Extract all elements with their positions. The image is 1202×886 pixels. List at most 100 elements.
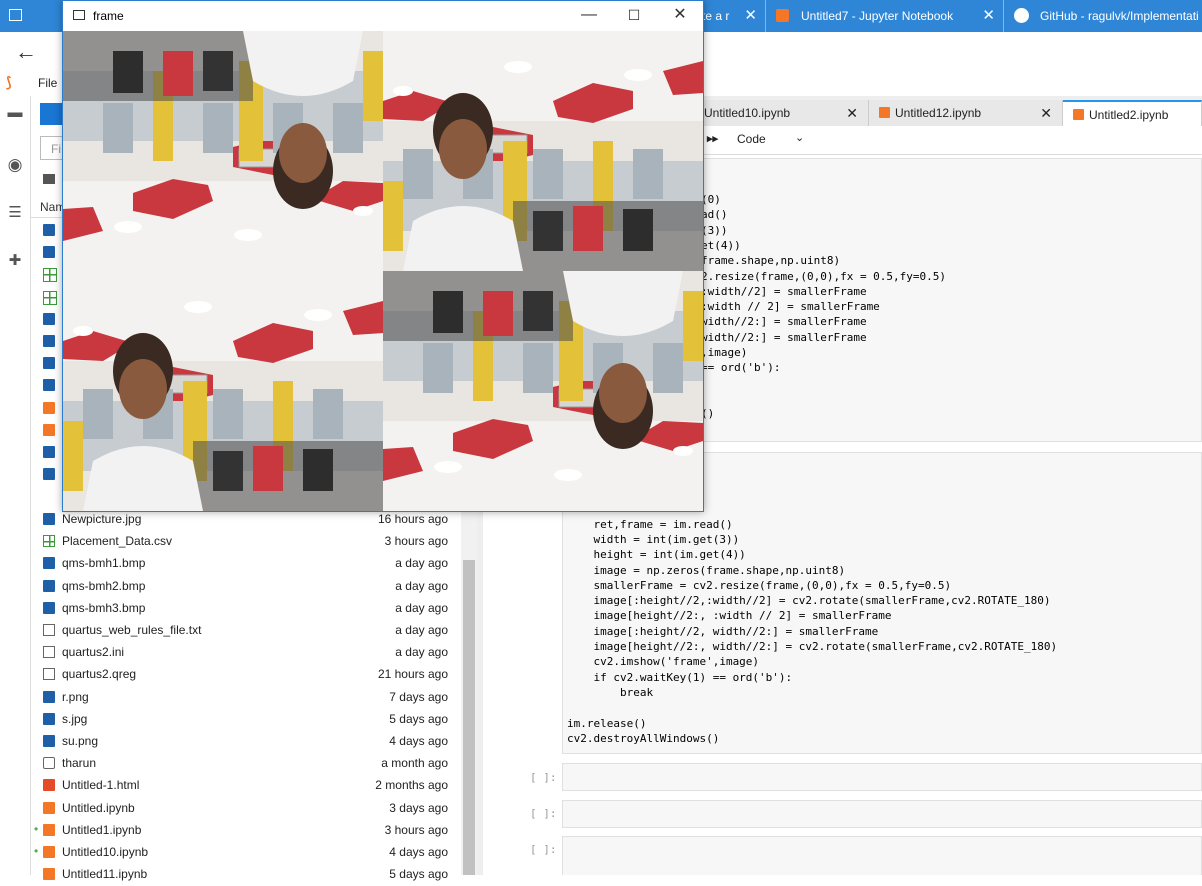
file-row[interactable]: Untitled.ipynb 3 days ago	[31, 798, 461, 820]
file-name: s.jpg	[62, 711, 88, 726]
close-icon[interactable]: ✕	[1040, 100, 1052, 126]
file-name: Untitled10.ipynb	[62, 845, 149, 859]
frame-title: frame	[93, 9, 124, 23]
notebook-tab-label: Untitled2.ipynb	[1089, 108, 1169, 122]
file-type-icon	[43, 846, 55, 858]
file-modified: 21 hours ago	[377, 667, 448, 682]
menu-file[interactable]: File	[38, 76, 57, 90]
file-type-icon	[43, 735, 55, 747]
code-line: im.release()	[567, 716, 647, 730]
file-type-icon	[43, 268, 57, 283]
file-modified: 3 days ago	[389, 800, 448, 815]
code-line: ,image)	[701, 346, 748, 359]
camera-image-bottom-left	[63, 271, 383, 511]
minimize-button[interactable]: —	[579, 5, 599, 25]
file-row[interactable]: su.png 4 days ago	[31, 731, 461, 753]
file-type-icon	[43, 779, 55, 792]
code-line: image[height//2:, :width // 2] = smaller…	[567, 609, 892, 623]
file-row[interactable]: Newpicture.jpg 16 hours ago	[31, 509, 461, 531]
file-type-icon	[43, 312, 55, 325]
folder-icon[interactable]	[43, 174, 55, 184]
file-row[interactable]: qms-bmh2.bmp a day ago	[31, 576, 461, 598]
close-icon[interactable]: ✕	[982, 0, 995, 32]
file-row[interactable]: Untitled11.ipynb 5 days ago	[31, 864, 461, 886]
frame-title-bar[interactable]: frame — ☐ ✕	[63, 1, 703, 31]
commands-icon[interactable]: ☰	[6, 204, 24, 222]
jupyter-icon	[776, 9, 789, 22]
file-type-icon	[43, 823, 55, 836]
close-icon[interactable]: ✕	[846, 100, 858, 126]
file-type-icon	[43, 690, 55, 703]
file-name: quartus_web_rules_file.txt	[62, 623, 202, 637]
filter-placeholder: Fi	[51, 142, 61, 156]
file-modified: 4 days ago	[389, 734, 448, 748]
running-indicator-icon: •	[34, 821, 39, 836]
folder-icon[interactable]: ▬	[6, 104, 24, 122]
file-modified: 16 hours ago	[377, 512, 448, 526]
file-name: Placement_Data.csv	[62, 534, 173, 549]
file-modified: 4 days ago	[389, 845, 448, 859]
code-line: image[:height//2,:width//2] = cv2.rotate…	[567, 594, 1051, 608]
code-line: if cv2.waitKey(1) == ord('b'):	[567, 670, 793, 684]
camera-scene	[383, 31, 703, 271]
window-icon[interactable]	[0, 0, 30, 32]
code-line: smallerFrame = cv2.resize(frame,(0,0),fx…	[567, 578, 952, 592]
file-row[interactable]: tharun a month ago	[31, 753, 461, 775]
file-type-icon	[43, 601, 55, 614]
browser-tab-label: GitHub - ragulvk/Implementati	[1040, 9, 1199, 23]
close-button[interactable]: ✕	[670, 5, 690, 25]
file-row[interactable]: Placement_Data.csv 3 hours ago	[31, 531, 461, 553]
file-name: Newpicture.jpg	[62, 512, 142, 526]
file-type-icon	[43, 224, 55, 236]
browser-tab-label: Untitled7 - Jupyter Notebook	[801, 9, 954, 23]
file-row[interactable]: qms-bmh3.bmp a day ago	[31, 598, 461, 620]
close-icon[interactable]: ✕	[744, 0, 757, 32]
file-type-icon	[43, 290, 57, 305]
maximize-button[interactable]: ☐	[624, 5, 644, 25]
window-icon	[73, 10, 85, 20]
frame-window[interactable]: frame — ☐ ✕	[62, 0, 704, 512]
file-modified: a day ago	[395, 556, 448, 571]
file-row[interactable]: • Untitled10.ipynb 4 days ago	[31, 842, 461, 864]
notebook-tab-untitled12[interactable]: Untitled12.ipynb ✕	[869, 100, 1063, 126]
file-row[interactable]: quartus2.ini a day ago	[31, 642, 461, 664]
file-row[interactable]: s.jpg 5 days ago	[31, 709, 461, 731]
file-name: qms-bmh2.bmp	[62, 578, 146, 593]
file-modified: 3 hours ago	[384, 822, 448, 837]
browser-tab-3[interactable]: GitHub - ragulvk/Implementati	[1004, 0, 1202, 32]
file-row[interactable]: quartus_web_rules_file.txt a day ago	[31, 620, 461, 642]
run-all-icon[interactable]: ▸▸	[707, 132, 718, 145]
file-type-icon	[43, 468, 55, 481]
file-type-icon	[43, 246, 55, 259]
new-launcher-button[interactable]	[40, 103, 64, 125]
file-row[interactable]: quartus2.qreg 21 hours ago	[31, 664, 461, 686]
file-modified: a month ago	[381, 756, 448, 771]
empty-code-cell[interactable]	[562, 763, 1202, 791]
file-modified: a day ago	[395, 578, 448, 593]
file-row[interactable]: r.png 7 days ago	[31, 687, 461, 709]
camera-image-bottom-right	[383, 271, 703, 511]
browser-tab-2[interactable]: Untitled7 - Jupyter Notebook ✕	[766, 0, 1004, 32]
file-list-scroll-thumb[interactable]	[463, 560, 475, 875]
file-name: tharun	[62, 756, 97, 771]
file-type-icon	[43, 712, 55, 725]
code-line: :width//2] = smallerFrame	[701, 284, 867, 298]
file-type-icon	[43, 757, 55, 770]
empty-code-cell[interactable]	[562, 800, 1202, 828]
notebook-tab-untitled2[interactable]: Untitled2.ipynb	[1063, 100, 1202, 126]
back-arrow-icon[interactable]: ←	[15, 39, 37, 65]
file-type-icon	[43, 579, 55, 592]
file-modified: 5 days ago	[389, 867, 448, 882]
empty-code-cell[interactable]	[562, 836, 1202, 875]
code-line: ret,frame = im.read()	[567, 517, 733, 531]
code-line: et(4))	[701, 238, 741, 252]
file-row[interactable]: Untitled-1.html 2 months ago	[31, 775, 461, 797]
cell-type-select[interactable]: Code ⌄	[733, 129, 808, 149]
extensions-icon[interactable]: ✚	[6, 252, 24, 270]
file-row[interactable]: qms-bmh1.bmp a day ago	[31, 553, 461, 575]
file-row[interactable]: • Untitled1.ipynb 3 hours ago	[31, 820, 461, 842]
file-type-icon	[43, 335, 55, 347]
file-name: Untitled1.ipynb	[62, 822, 142, 837]
code-line: width = int(im.get(3))	[567, 532, 740, 546]
running-icon[interactable]: ◉	[6, 156, 24, 174]
